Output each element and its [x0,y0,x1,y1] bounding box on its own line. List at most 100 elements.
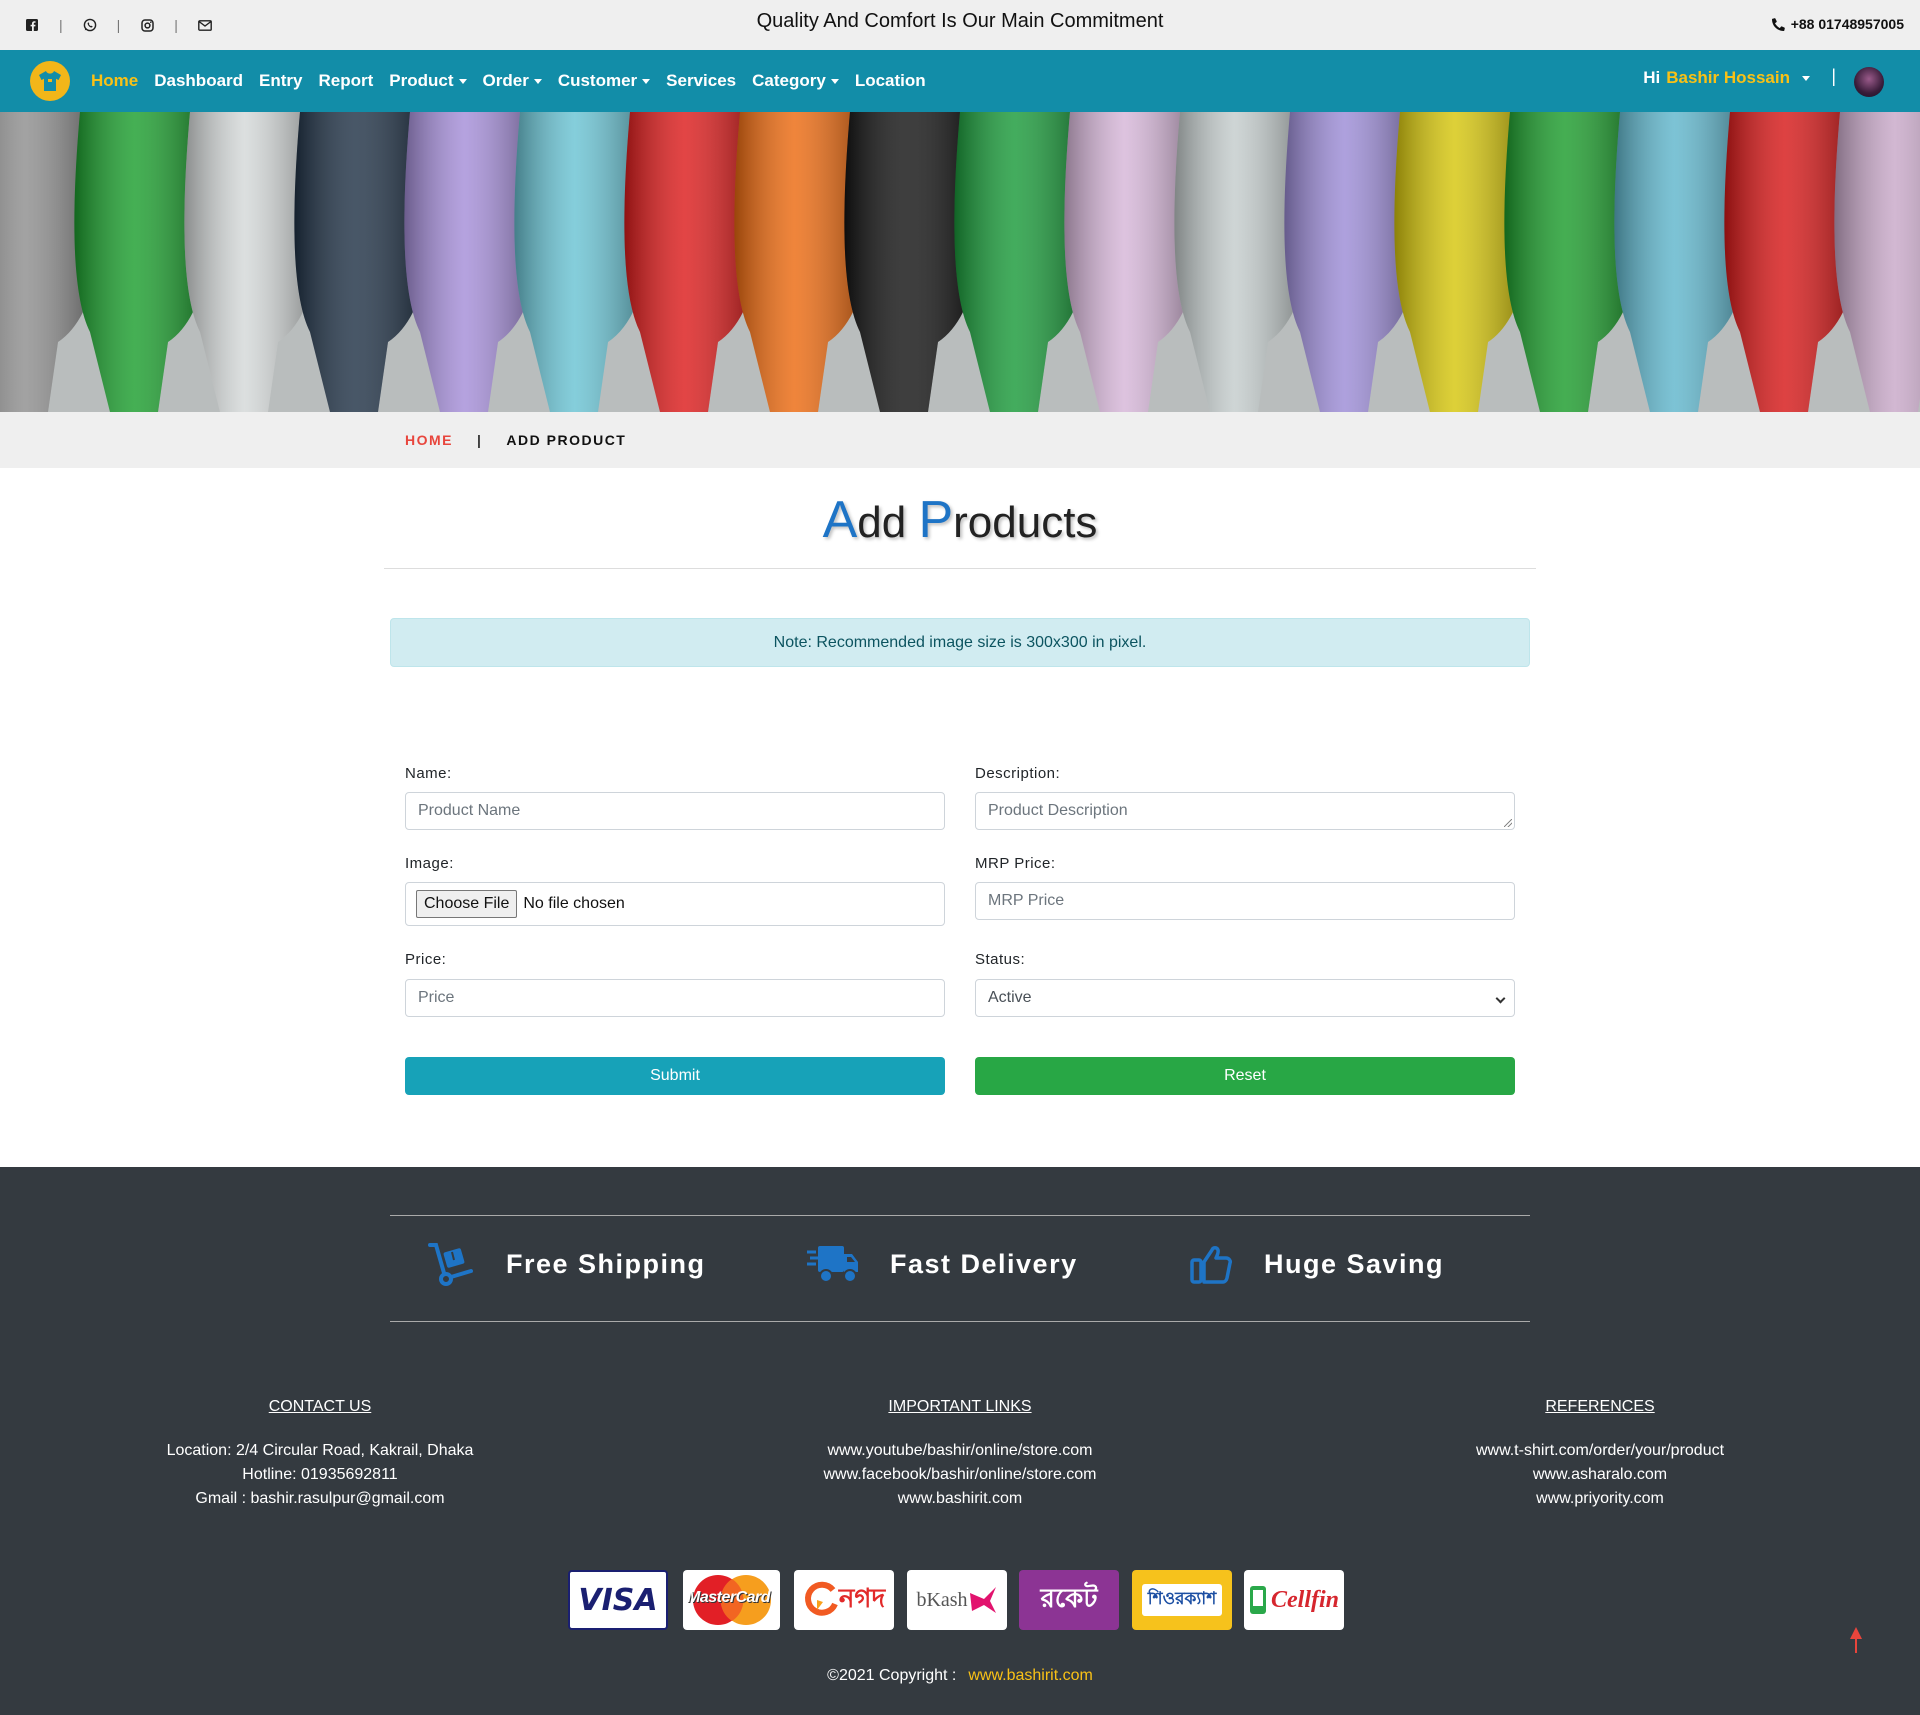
reference-link[interactable]: www.asharalo.com [1360,1463,1840,1487]
hero-banner-image [0,112,1920,412]
user-name: Bashir Hossain [1666,68,1790,87]
title-part: dd [857,498,919,547]
nav-menu: Home Dashboard Entry Report Product Order Cust… [91,50,926,112]
nav-item-report[interactable]: Report [319,71,374,91]
reset-button[interactable]: Reset [975,1057,1515,1095]
nav-item-product[interactable]: Product [389,71,467,91]
contact-email: Gmail : bashir.rasulpur@gmail.com [195,1490,445,1507]
important-links-section: IMPORTANT LINKS www.youtube/bashir/onlin… [720,1395,1200,1511]
breadcrumb: HOME | ADD PRODUCT [0,412,1920,468]
name-label: Name: [405,765,452,782]
nav-item-entry[interactable]: Entry [259,71,302,91]
nagad-text: নগদ [838,1583,886,1613]
file-status: No file chosen [523,895,625,912]
feature-title: Huge Saving [1264,1248,1445,1279]
nav-item-location[interactable]: Location [855,71,926,91]
choose-file-button[interactable]: Choose File [416,890,518,918]
footer-link[interactable]: www.facebook/bashir/online/store.com [720,1463,1200,1487]
divider [390,1321,1530,1322]
product-name-input[interactable]: Product Name [405,792,945,830]
nav-item-label: Home [91,71,139,90]
links-heading[interactable]: IMPORTANT LINKS [720,1395,1200,1419]
resize-handle[interactable] [1504,819,1512,827]
nav-item-label: Dashboard [154,71,244,90]
contact-hotline: Hotline: 01935692811 [242,1466,398,1483]
feature-fast-delivery: Fast Delivery [806,1242,1078,1286]
bkash-logo: bKash [907,1570,1007,1630]
title-cap-p: P [918,491,954,549]
price-input[interactable]: Price [405,979,945,1017]
rocket-text: রকেট [1040,1583,1098,1613]
scroll-to-top-icon[interactable] [1850,1627,1862,1653]
references-heading[interactable]: REFERENCES [1360,1395,1840,1419]
tshirt-logo-icon[interactable] [30,61,70,101]
nav-item-home[interactable]: Home [91,71,138,91]
chevron-down-icon [533,78,542,84]
footer: Free Shipping Fast Delivery Huge Saving … [0,1167,1920,1715]
footer-link[interactable]: www.youtube/bashir/online/store.com [720,1439,1200,1463]
chevron-down-icon [642,78,651,84]
status-label: Status: [975,951,1026,968]
feature-huge-saving: Huge Saving [1190,1242,1444,1286]
chevron-down-icon [458,78,467,84]
breadcrumb-separator: | [477,432,483,448]
nav-item-customer[interactable]: Customer [558,71,651,91]
footer-link[interactable]: www.bashirit.com [720,1487,1200,1511]
nav-item-category[interactable]: Category [752,71,839,91]
contact-heading[interactable]: CONTACT US [80,1395,560,1419]
nav-item-services[interactable]: Services [666,71,736,91]
main-navbar: Home Dashboard Entry Report Product Order Cust… [0,50,1920,112]
reference-link[interactable]: www.t-shirt.com/order/your/product [1360,1439,1840,1463]
mastercard-logo: MasterCard [683,1570,780,1630]
image-file-input[interactable]: Choose File No file chosen [405,882,945,926]
description-placeholder: Product Description [988,802,1128,819]
feature-title: Free Shipping [506,1248,706,1279]
reference-link[interactable]: www.priyority.com [1360,1487,1840,1511]
nav-item-order[interactable]: Order [483,71,542,91]
user-separator: | [1831,66,1836,86]
title-part: roducts [953,498,1098,547]
status-value: Active [988,989,1032,1006]
bkash-text: bKash [916,1588,968,1611]
breadcrumb-home-link[interactable]: HOME [405,432,453,448]
tagline: Quality And Comfort Is Our Main Commitme… [756,10,1164,32]
avatar[interactable] [1854,67,1884,97]
visa-logo: VISA [568,1570,668,1630]
rocket-logo: রকেট [1019,1570,1119,1630]
submit-button[interactable]: Submit [405,1057,945,1095]
copyright-link[interactable]: www.bashirit.com [968,1667,1092,1684]
nav-item-label: Entry [259,71,303,90]
user-menu[interactable]: Hi Bashir Hossain [1643,68,1810,88]
dolly-icon [428,1243,473,1286]
nav-item-label: Category [752,71,826,90]
image-label: Image: [405,855,454,872]
phone-contact[interactable]: +88 01748957005 [1771,16,1904,32]
copyright: ©2021 Copyright : www.bashirit.com [0,1667,1920,1685]
contact-location: Location: 2/4 Circular Road, Kakrail, Dh… [166,1442,474,1459]
mrp-price-input[interactable]: MRP Price [975,882,1515,920]
mrp-price-label: MRP Price: [975,855,1056,872]
page-title: Add Products [0,490,1920,550]
references-section: REFERENCES www.t-shirt.com/order/your/pr… [1360,1395,1840,1511]
nav-item-label: Location [854,71,926,90]
greeting: Hi [1643,68,1661,87]
nav-item-label: Order [482,71,529,90]
breadcrumb-current: ADD PRODUCT [506,432,627,448]
chevron-down-icon [830,78,839,84]
copyright-text: ©2021 Copyright : [827,1667,957,1684]
nagad-logo: নগদ [794,1570,894,1630]
contact-us-section: CONTACT US Location: 2/4 Circular Road, … [80,1395,560,1511]
nav-item-label: Services [666,71,737,90]
top-bar: | | | Quality And Comfort Is Our Main Co… [0,0,1920,50]
product-description-textarea[interactable]: Product Description [975,792,1515,830]
thumbs-up-icon [1190,1246,1232,1284]
nav-item-label: Report [318,71,374,90]
feature-free-shipping: Free Shipping [428,1242,706,1286]
status-select[interactable]: Active [975,979,1515,1017]
description-label: Description: [975,765,1061,782]
title-cap-a: A [822,491,858,549]
nav-item-dashboard[interactable]: Dashboard [154,71,243,91]
divider [390,1215,1530,1216]
cellfin-text: Cellfin [1270,1586,1339,1613]
image-size-note: Note: Recommended image size is 300x300 … [390,618,1530,667]
